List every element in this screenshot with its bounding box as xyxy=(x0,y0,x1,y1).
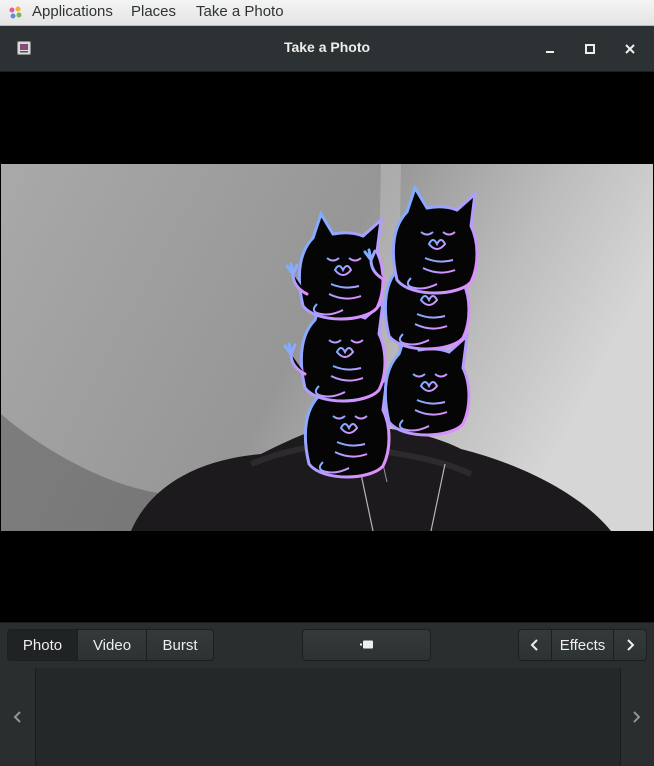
top-panel: Applications Places Take a Photo xyxy=(0,0,654,26)
minimize-icon[interactable] xyxy=(540,39,560,59)
camera-preview xyxy=(1,164,653,531)
thumbnail-strip xyxy=(0,668,654,766)
thumbnail-list[interactable] xyxy=(35,668,621,766)
close-icon[interactable] xyxy=(620,39,640,59)
effects-prev-button[interactable] xyxy=(518,629,552,661)
camera-viewport xyxy=(0,72,654,622)
app-menu[interactable]: Take a Photo xyxy=(196,3,284,21)
chevron-right-icon[interactable] xyxy=(629,710,643,724)
applications-icon xyxy=(9,6,22,19)
chevron-right-icon xyxy=(627,639,635,651)
effects-button[interactable]: Effects xyxy=(551,629,614,661)
chevron-left-icon xyxy=(530,639,538,651)
applications-label: Applications xyxy=(32,3,113,20)
window-titlebar[interactable]: Take a Photo xyxy=(0,26,654,72)
chevron-left-icon[interactable] xyxy=(11,710,25,724)
take-photo-button[interactable] xyxy=(302,629,431,661)
places-menu[interactable]: Places xyxy=(131,3,176,21)
burst-mode-button[interactable]: Burst xyxy=(146,629,214,661)
camera-shutter-icon xyxy=(359,640,373,649)
photo-mode-button[interactable]: Photo xyxy=(7,629,78,661)
effects-next-button[interactable] xyxy=(613,629,647,661)
bottom-toolbar: Photo Video Burst Effects xyxy=(0,622,654,669)
video-mode-button[interactable]: Video xyxy=(77,629,147,661)
maximize-icon[interactable] xyxy=(580,39,600,59)
